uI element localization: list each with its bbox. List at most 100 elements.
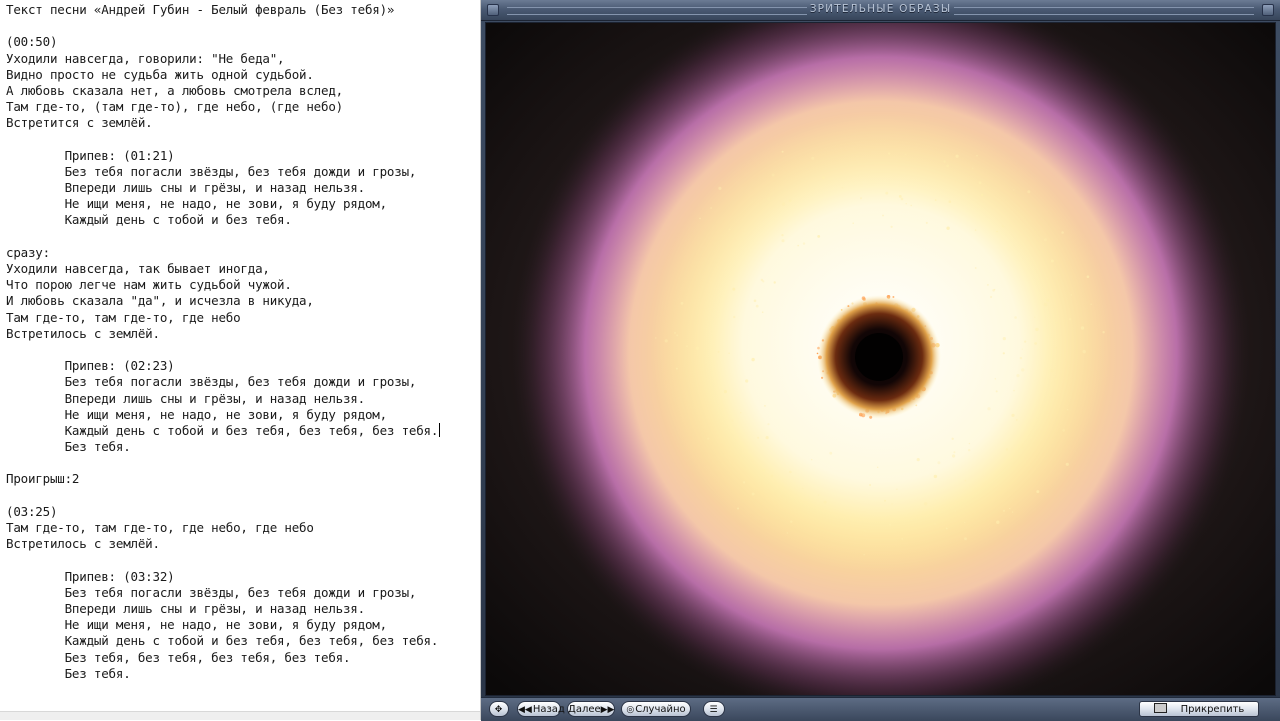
sparkle-dot [1050,259,1054,263]
text-caret [439,422,441,437]
lyrics-line[interactable]: Без тебя погасли звёзды, без тебя дожди … [6,374,476,390]
lyrics-line[interactable]: Видно просто не судьба жить одной судьбо… [6,67,476,83]
lyrics-line[interactable]: Уходили навсегда, так бывает иногда, [6,261,476,277]
sparkle-dot [994,377,997,380]
sparkle-dot [764,405,766,407]
sparkle-dot [717,350,720,353]
lyrics-line[interactable] [6,455,476,471]
sparkle-dot [757,436,760,439]
horizontal-scrollbar[interactable] [0,711,480,720]
lyrics-line[interactable]: Не ищи меня, не надо, не зови, я буду ря… [6,617,476,633]
lyrics-line[interactable]: Каждый день с тобой и без тебя, без тебя… [6,633,476,649]
sparkle-dot [948,200,952,203]
sparkle-dot [934,199,937,201]
lyrics-line[interactable] [6,18,476,34]
sparkle-dot [974,229,977,231]
sparkle-dot [1002,352,1005,355]
sparkle-dot [877,466,879,468]
lyrics-line[interactable]: Впереди лишь сны и грёзы, и назад нельзя… [6,180,476,196]
lyrics-line[interactable]: Не ищи меня, не надо, не зови, я буду ря… [6,407,476,423]
sparkle-dot [789,470,792,474]
sparkle-dot [686,345,688,347]
sparkle-dot [990,295,993,299]
sparkle-dot [1005,448,1009,451]
lyrics-line[interactable] [6,132,476,148]
lyrics-editor[interactable]: Текст песни «Андрей Губин - Белый феврал… [0,0,481,720]
sparkle-dot [860,197,862,200]
lyrics-line[interactable] [6,488,476,504]
sparkle-dot [781,202,786,206]
sparkle-dot [1065,462,1069,466]
lyrics-line[interactable]: Припев: (02:23) [6,358,476,374]
lyrics-line[interactable]: сразу: [6,245,476,261]
lyrics-line[interactable]: Что порою легче нам жить судьбой чужой. [6,277,476,293]
lyrics-line[interactable] [6,342,476,358]
lyrics-line[interactable]: Там где-то, там где-то, где небо [6,310,476,326]
lyrics-line[interactable]: Текст песни «Андрей Губин - Белый феврал… [6,2,476,18]
lyrics-line[interactable]: Без тебя, без тебя, без тебя, без тебя. [6,650,476,666]
sparkle-dot [1016,374,1020,378]
lyrics-line[interactable]: (00:50) [6,34,476,50]
sparkle-dot [1055,321,1058,324]
sparkle-dot [1070,294,1073,296]
lyrics-line[interactable]: Впереди лишь сны и грёзы, и назад нельзя… [6,391,476,407]
lyrics-line[interactable]: Встретилось с землёй. [6,536,476,552]
lyrics-line[interactable]: Там где-то, (там где-то), где небо, (где… [6,99,476,115]
back-button[interactable]: ◀◀Назад [517,701,565,717]
sparkle-dot [765,436,769,440]
lyrics-line[interactable]: Впереди лишь сны и грёзы, и назад нельзя… [6,601,476,617]
next-button[interactable]: Далее▶▶ [567,701,615,717]
lyrics-line[interactable]: Каждый день с тобой и без тебя, без тебя… [6,422,476,439]
sparkle-dot [1009,507,1011,510]
lyrics-line[interactable]: Не ищи меня, не надо, не зови, я буду ря… [6,196,476,212]
sparkle-dot [900,197,904,201]
lyrics-line[interactable]: Припев: (01:21) [6,148,476,164]
sparkle-dot [852,222,854,224]
sparkle-dot [743,481,746,484]
sparkle-dot [664,339,668,343]
pin-button[interactable]: Прикрепить [1139,701,1259,717]
sparkle-dot [655,337,657,339]
sparkle-dot [987,407,991,411]
lyrics-line[interactable]: Встретится с землёй. [6,115,476,131]
sparkle-dot [1068,318,1072,321]
lyrics-line[interactable] [6,552,476,568]
move-arrows-icon: ✥ [494,705,503,715]
lyrics-line[interactable]: Без тебя. [6,666,476,682]
sparkle-dot [1102,331,1105,334]
sparkle-dot [1082,349,1086,354]
lyrics-line[interactable]: А любовь сказала нет, а любовь смотрела … [6,83,476,99]
visualization-titlebar[interactable]: ЗРИТЕЛЬНЫЕ ОБРАЗЫ [481,0,1280,21]
menu-button[interactable]: ☰ [703,701,725,717]
lyrics-text[interactable]: Текст песни «Андрей Губин - Белый феврал… [6,2,476,682]
random-label: Случайно [635,704,686,715]
sparkle-dot [762,280,765,283]
sparkle-dot [829,451,833,455]
lyrics-line[interactable]: Без тебя погасли звёзды, без тебя дожди … [6,164,476,180]
lyrics-line[interactable]: Встретилось с землёй. [6,326,476,342]
lyrics-line[interactable] [6,229,476,245]
lyrics-line[interactable]: Припев: (03:32) [6,569,476,585]
lyrics-line[interactable]: И любовь сказала "да", и исчезла в никуд… [6,293,476,309]
lyrics-line[interactable]: (03:25) [6,504,476,520]
sparkle-dot [937,461,941,465]
sparkle-dot [797,244,799,247]
lyrics-line[interactable]: Проигрыш:2 [6,471,476,487]
sparkle-dot [770,474,774,478]
sparkle-dot [802,487,804,490]
lyrics-line[interactable]: Без тебя. [6,439,476,455]
sparkle-dot [1001,225,1005,228]
lyrics-line[interactable]: Без тебя погасли звёзды, без тебя дожди … [6,585,476,601]
lyrics-line[interactable]: Каждый день с тобой и без тебя. [6,212,476,228]
sparkle-dot [716,266,718,268]
sparkle-dot [841,186,844,189]
sparkle-dot [1034,342,1037,345]
move-button[interactable]: ✥ [489,701,509,717]
sparkle-dot [1011,413,1015,417]
visualization-canvas [486,23,1275,695]
sparkle-dot [737,507,739,510]
random-button[interactable]: ◎Случайно [621,701,691,717]
lyrics-line[interactable]: Там где-то, там где-то, где небо, где не… [6,520,476,536]
sparkle-dot [953,451,956,454]
lyrics-line[interactable]: Уходили навсегда, говорили: "Не беда", [6,51,476,67]
